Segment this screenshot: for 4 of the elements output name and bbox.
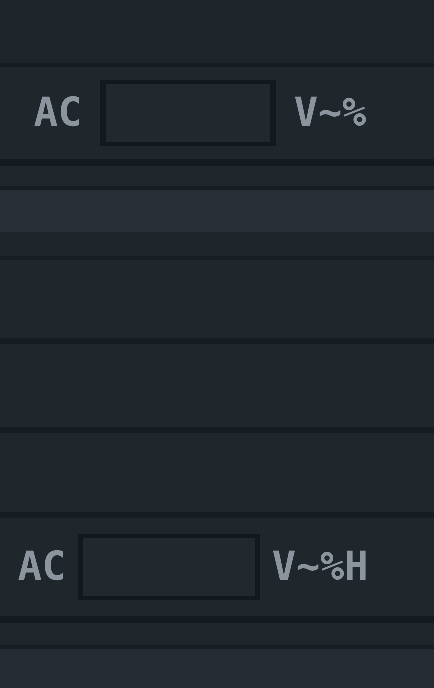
unit-label: V~%H (272, 544, 368, 590)
unit-label: V~% (294, 90, 366, 136)
field-label: AC (18, 544, 66, 590)
field-label: AC (34, 90, 82, 136)
